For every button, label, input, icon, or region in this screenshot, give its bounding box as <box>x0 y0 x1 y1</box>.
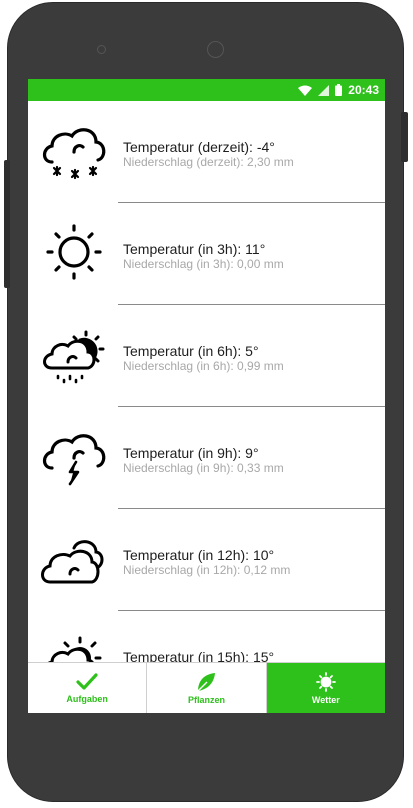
forecast-row-9h[interactable]: Temperatur (in 9h): 9° Niederschlag (in … <box>28 407 385 509</box>
temperature-label: Temperatur (derzeit): -4° <box>123 139 275 155</box>
nav-tasks-label: Aufgaben <box>66 693 108 704</box>
precipitation-label: Niederschlag (in 3h): 0,00 mm <box>123 257 284 271</box>
forecast-row-now[interactable]: Temperatur (derzeit): -4° Niederschlag (… <box>28 101 385 203</box>
forecast-row-6h[interactable]: Temperatur (in 6h): 5° Niederschlag (in … <box>28 305 385 407</box>
nav-plants-label: Pflanzen <box>187 694 225 705</box>
precipitation-label: Niederschlag (in 12h): 0,12 mm <box>123 563 291 577</box>
power-button <box>401 112 408 162</box>
cloud-snow-icon <box>40 116 108 184</box>
cloud-lightning-icon <box>40 422 108 490</box>
bottom-navigation: Aufgaben Pflanzen Wetter <box>28 662 385 713</box>
precipitation-label: Niederschlag (in 6h): 0,99 mm <box>123 359 284 373</box>
precipitation-label: Niederschlag (derzeit): 2,30 mm <box>123 155 294 169</box>
front-sensor <box>207 41 224 58</box>
forecast-row-3h[interactable]: Temperatur (in 3h): 11° Niederschlag (in… <box>28 203 385 305</box>
sun-cloud-icon <box>40 626 108 662</box>
nav-weather-label: Wetter <box>311 694 340 705</box>
sun-cloud-rain-icon <box>40 320 108 388</box>
forecast-row-15h[interactable]: Temperatur (in 15h): 15° <box>28 611 385 662</box>
forecast-row-12h[interactable]: Temperatur (in 12h): 10° Niederschlag (i… <box>28 509 385 611</box>
temperature-label: Temperatur (in 15h): 15° <box>123 649 275 662</box>
forecast-list[interactable]: Temperatur (derzeit): -4° Niederschlag (… <box>28 101 385 662</box>
screen: 20:43 Temperatur (derzeit): -4° Niedersc… <box>28 79 385 713</box>
nav-plants[interactable]: Pflanzen <box>147 663 267 713</box>
temperature-label: Temperatur (in 9h): 9° <box>123 445 259 461</box>
precipitation-label: Niederschlag (in 9h): 0,33 mm <box>123 461 284 475</box>
wifi-icon <box>298 85 313 96</box>
camera-dot <box>97 45 106 54</box>
temperature-label: Temperatur (in 12h): 10° <box>123 547 275 563</box>
clouds-icon <box>40 524 108 592</box>
sun-icon <box>40 218 108 286</box>
volume-button <box>4 160 10 288</box>
status-bar: 20:43 <box>28 79 385 101</box>
signal-icon <box>318 84 330 96</box>
sun-icon <box>315 671 336 695</box>
checkmark-icon <box>76 672 98 694</box>
battery-icon <box>335 84 343 96</box>
leaf-icon <box>195 672 217 695</box>
nav-weather[interactable]: Wetter <box>266 663 385 713</box>
temperature-label: Temperatur (in 3h): 11° <box>123 241 266 257</box>
status-time: 20:43 <box>348 83 379 97</box>
temperature-label: Temperatur (in 6h): 5° <box>123 343 259 359</box>
nav-tasks[interactable]: Aufgaben <box>28 663 148 713</box>
